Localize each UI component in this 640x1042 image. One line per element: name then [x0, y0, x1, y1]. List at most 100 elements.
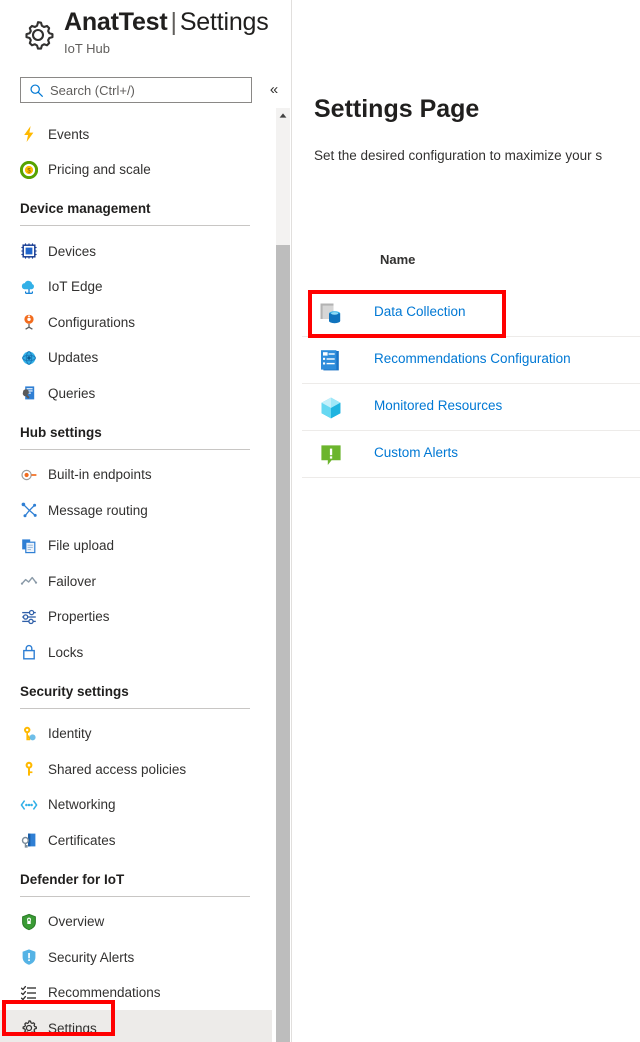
recommendations-config-icon — [318, 348, 344, 374]
resource-type-label: IoT Hub — [64, 41, 110, 56]
sidebar-item-networking[interactable]: Networking — [0, 787, 272, 823]
lock-icon — [20, 643, 38, 661]
sidebar-item-certificates[interactable]: Certificates — [0, 822, 272, 858]
data-collection-icon — [318, 301, 344, 327]
checklist-icon — [20, 984, 38, 1002]
resource-name: AnatTest — [64, 8, 168, 36]
page-name: Settings — [180, 8, 269, 36]
networking-icon — [20, 796, 38, 814]
search-box[interactable] — [20, 77, 252, 103]
search-input[interactable] — [48, 78, 248, 102]
chip-icon — [20, 242, 38, 260]
sidebar-item-label: Security Alerts — [48, 950, 134, 965]
column-header-name: Name — [380, 252, 415, 267]
sidebar-section-divider — [20, 896, 250, 897]
sidebar-item-file-upload[interactable]: File upload — [0, 528, 272, 564]
table-row[interactable]: Data Collection — [302, 290, 640, 337]
table-row[interactable]: Custom Alerts — [302, 431, 640, 478]
table-row-link[interactable]: Monitored Resources — [374, 398, 502, 413]
sidebar-section-header: Device management — [20, 201, 151, 216]
sidebar-item-devices[interactable]: Devices — [0, 233, 272, 269]
gear-icon — [20, 1019, 38, 1037]
sidebar-section-divider — [20, 708, 250, 709]
shield-alert-icon — [20, 948, 38, 966]
edge-cloud-icon — [20, 278, 38, 296]
sidebar-item-label: Certificates — [48, 833, 116, 848]
key-icon — [20, 760, 38, 778]
identity-key-icon — [20, 725, 38, 743]
table-row-link[interactable]: Recommendations Configuration — [374, 351, 571, 366]
queries-icon — [20, 384, 38, 402]
sidebar-item-label: Queries — [48, 386, 95, 401]
custom-alerts-icon — [318, 442, 344, 468]
sidebar-item-label: Pricing and scale — [48, 162, 151, 177]
sidebar-section-divider — [20, 449, 250, 450]
sidebar-item-identity[interactable]: Identity — [0, 716, 272, 752]
sidebar-item-built-in-endpoints[interactable]: Built-in endpoints — [0, 457, 272, 493]
sidebar-item-label: Settings — [48, 1021, 97, 1036]
endpoint-icon — [20, 466, 38, 484]
sidebar-section-header: Hub settings — [20, 425, 102, 440]
table-row-link[interactable]: Data Collection — [374, 304, 466, 319]
sidebar-section-divider — [20, 225, 250, 226]
sidebar-scrollbar-thumb[interactable] — [276, 245, 290, 1042]
table-row[interactable]: Recommendations Configuration — [302, 337, 640, 384]
sidebar-item-label: File upload — [48, 538, 114, 553]
sidebar-item-label: Updates — [48, 350, 98, 365]
failover-icon — [20, 572, 38, 590]
sidebar-item-shared-access-policies[interactable]: Shared access policies — [0, 751, 272, 787]
sidebar-item-label: Failover — [48, 574, 96, 589]
sidebar-item-label: Locks — [48, 645, 83, 660]
sidebar-item-label: Networking — [48, 797, 116, 812]
file-upload-icon — [20, 537, 38, 555]
sidebar-item-label: IoT Edge — [48, 279, 103, 294]
sidebar-item-label: Shared access policies — [48, 762, 186, 777]
azure-portal-settings-page: AnatTest|Settings IoT Hub ··· « Events$P… — [0, 0, 640, 1042]
sidebar-item-pricing-and-scale[interactable]: $ Pricing and scale — [0, 152, 272, 188]
sidebar-item-overview[interactable]: Overview — [0, 904, 272, 940]
table-row-link[interactable]: Custom Alerts — [374, 445, 458, 460]
sidebar-item-message-routing[interactable]: Message routing — [0, 492, 272, 528]
sidebar-item-security-alerts[interactable]: Security Alerts — [0, 939, 272, 975]
sidebar-item-events[interactable]: Events — [0, 116, 272, 152]
table-header: Name — [314, 252, 640, 278]
table-row[interactable]: Monitored Resources — [302, 384, 640, 431]
title-separator: | — [168, 8, 180, 36]
scroll-up-arrow-icon[interactable] — [276, 108, 290, 124]
sidebar-item-recommendations[interactable]: Recommendations — [0, 975, 272, 1011]
shield-check-icon — [20, 913, 38, 931]
sidebar-section-header: Security settings — [20, 684, 129, 699]
monitored-resources-icon — [318, 395, 344, 421]
sidebar-item-locks[interactable]: Locks — [0, 634, 272, 670]
configurations-icon — [20, 313, 38, 331]
sidebar-item-iot-edge[interactable]: IoT Edge — [0, 269, 272, 305]
sidebar-item-label: Devices — [48, 244, 96, 259]
sidebar-nav: Events $ Pricing and scale Device managemen… — [0, 108, 272, 1042]
sidebar-item-label: Message routing — [48, 503, 148, 518]
collapse-sidebar-button[interactable]: « — [264, 80, 284, 100]
sidebar-item-settings[interactable]: Settings — [0, 1010, 272, 1042]
sidebar-item-label: Built-in endpoints — [48, 467, 152, 482]
certificate-icon — [20, 831, 38, 849]
sidebar-section-header: Defender for IoT — [20, 872, 124, 887]
sidebar-item-label: Identity — [48, 726, 92, 741]
sidebar-item-label: Overview — [48, 914, 104, 929]
page-title-header: AnatTest|Settings — [64, 8, 269, 37]
updates-icon — [20, 349, 38, 367]
sidebar-item-label: Recommendations — [48, 985, 161, 1000]
page-title: Settings Page — [314, 95, 479, 124]
sidebar-item-properties[interactable]: Properties — [0, 599, 272, 635]
properties-sliders-icon — [20, 608, 38, 626]
sidebar-item-label: Events — [48, 127, 89, 142]
sidebar-item-queries[interactable]: Queries — [0, 375, 272, 411]
routing-icon — [20, 501, 38, 519]
page-description: Set the desired configuration to maximiz… — [314, 148, 602, 163]
sidebar-item-label: Configurations — [48, 315, 135, 330]
main-content: Settings Page Set the desired configurat… — [292, 0, 640, 1042]
lightning-bolt-icon — [20, 125, 38, 143]
sidebar-item-label: Properties — [48, 609, 110, 624]
sidebar-item-failover[interactable]: Failover — [0, 563, 272, 599]
pricing-gauge-icon: $ — [20, 161, 38, 179]
sidebar-item-configurations[interactable]: Configurations — [0, 304, 272, 340]
sidebar-item-updates[interactable]: Updates — [0, 340, 272, 376]
